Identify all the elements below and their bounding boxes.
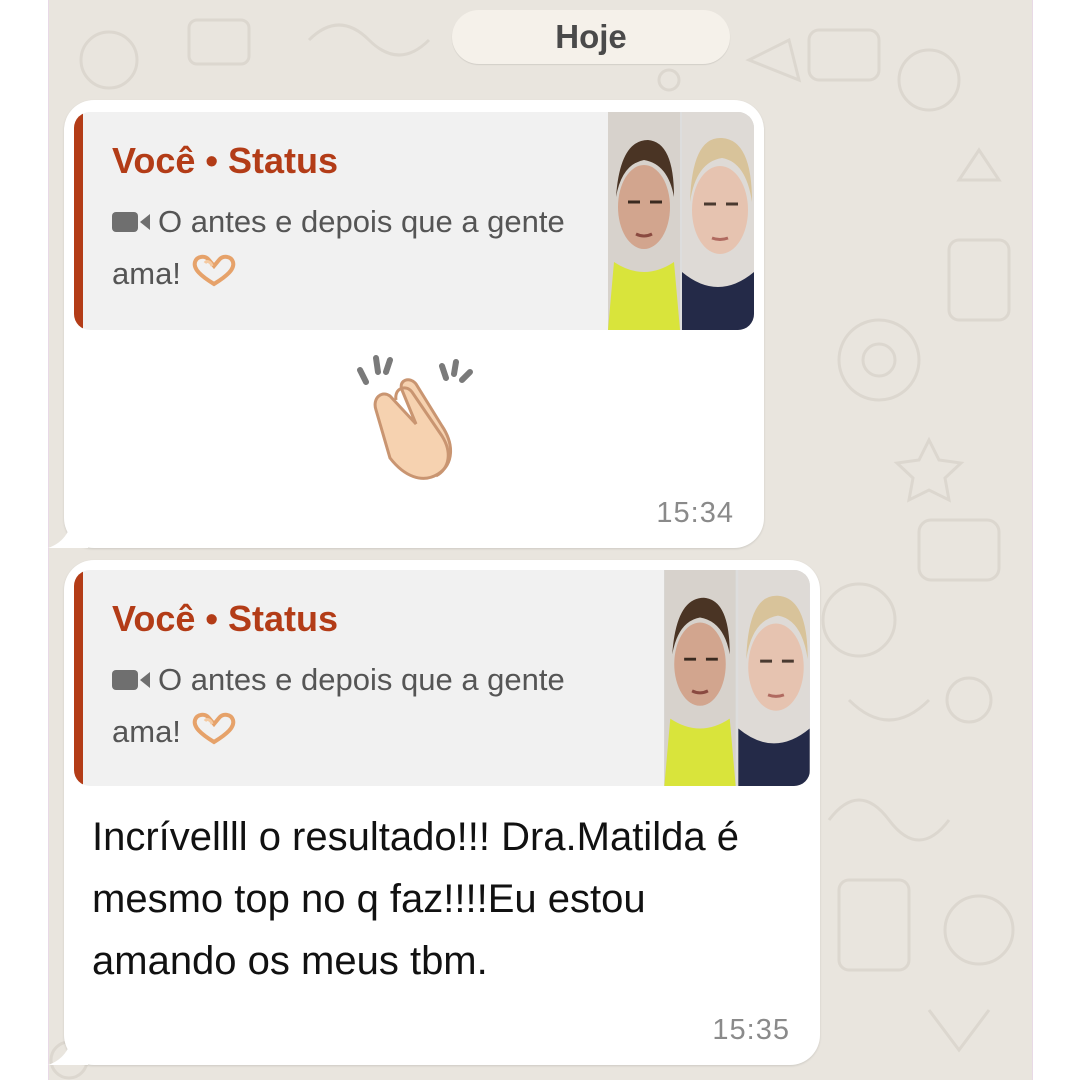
status-thumbnail[interactable] [664,570,810,786]
clapping-hands-icon [357,355,473,480]
quote-text: O antes e depois que a gente ama! [112,662,565,749]
quote-accent-bar [74,112,83,330]
video-icon [112,670,150,690]
heart-hands-icon [192,712,236,745]
quote-text-line: O antes e depois que a gente ama! [112,654,582,758]
before-photo [608,112,680,330]
message-timestamp: 15:34 [656,497,734,529]
bubble-tail [48,1025,88,1065]
message-text: Incrívellll o resultado!!! Dra.Matilda é… [92,815,739,983]
after-photo [738,570,810,786]
quoted-status[interactable]: Você • Status O antes e depois que a gen… [74,112,754,330]
bubble-tail [48,508,88,548]
message-bubble[interactable]: Você • Status O antes e depois que a gen… [48,100,764,548]
quote-author: Você • Status [112,598,339,639]
heart-hands-icon [192,254,236,287]
date-separator: Hoje [452,10,730,64]
after-photo [682,112,754,330]
quote-author: Você • Status [112,140,339,181]
status-thumbnail[interactable] [608,112,754,330]
quote-text-line: O antes e depois que a gente ama! [112,196,582,300]
before-photo [664,570,736,786]
message-timestamp: 15:35 [712,1014,790,1046]
message-bubble[interactable]: Você • Status O antes e depois que a gen… [48,560,820,1065]
video-icon [112,212,150,232]
quoted-status[interactable]: Você • Status O antes e depois que a gen… [74,570,810,786]
quote-text: O antes e depois que a gente ama! [112,204,565,291]
quote-accent-bar [74,570,83,786]
